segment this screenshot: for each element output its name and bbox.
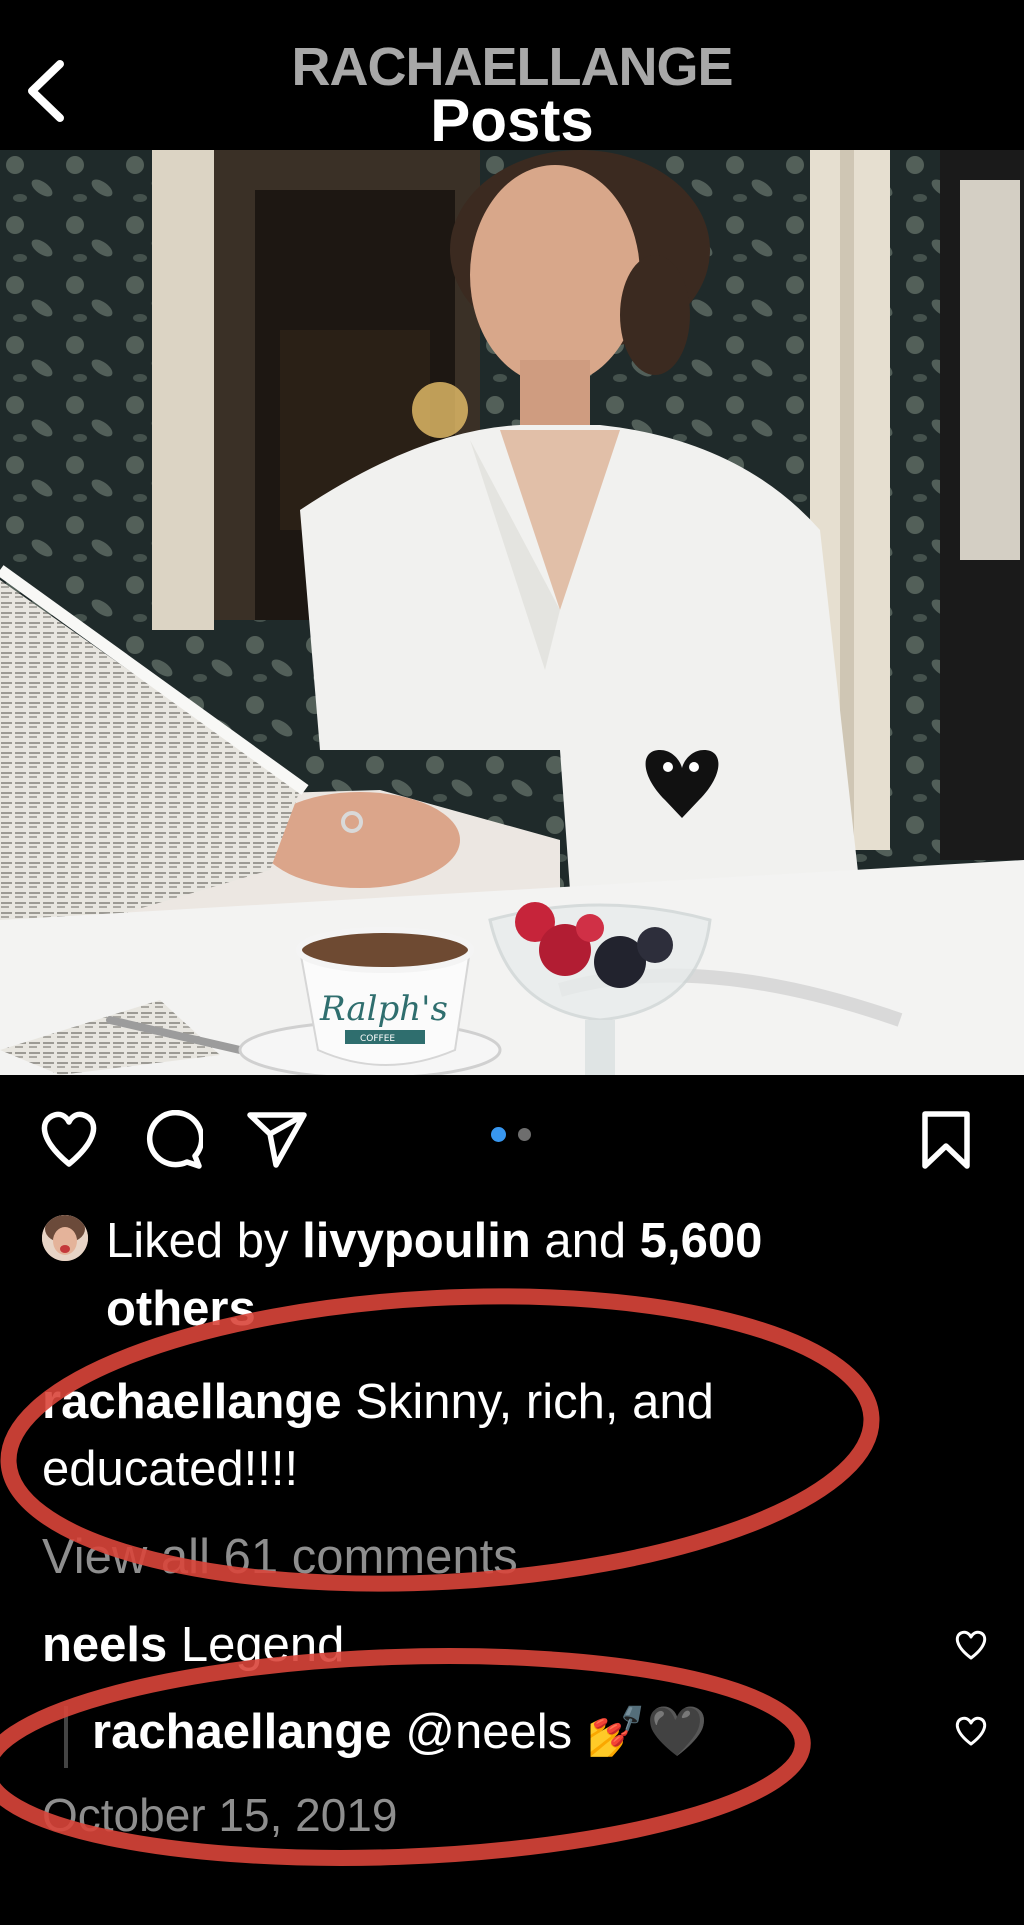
- comment-bubble-icon[interactable]: [143, 1109, 205, 1170]
- comment: neels Legend: [42, 1612, 344, 1678]
- caption-text: Skinny, rich, and: [341, 1375, 714, 1429]
- caption: rachaellange Skinny, rich, and: [42, 1369, 714, 1435]
- likes-count[interactable]: 5,600: [640, 1214, 763, 1268]
- cup-logo-text: Ralph's: [319, 989, 448, 1029]
- liker-avatar[interactable]: [42, 1215, 88, 1261]
- liker-username[interactable]: livypoulin: [302, 1214, 531, 1268]
- carousel-dot: [518, 1128, 531, 1141]
- likes-middle: and: [530, 1214, 640, 1268]
- page-title: Posts: [430, 87, 594, 154]
- comment-like-heart-icon[interactable]: [953, 1629, 989, 1661]
- reply-username[interactable]: rachaellange: [92, 1705, 392, 1759]
- reply-like-heart-icon[interactable]: [953, 1715, 989, 1747]
- comment-username[interactable]: neels: [42, 1618, 167, 1672]
- likes-prefix: Liked by: [106, 1214, 303, 1268]
- cup-sub-text: COFFEE: [360, 1034, 395, 1044]
- reply-thread-line: [64, 1706, 68, 1768]
- top-bar: RACHAELLANGE Posts: [0, 0, 1024, 154]
- caption-username[interactable]: rachaellange: [42, 1375, 342, 1429]
- bookmark-icon[interactable]: [920, 1110, 972, 1170]
- post-photo[interactable]: Ralph's COFFEE: [0, 150, 1024, 1075]
- likes-summary[interactable]: Liked by livypoulin and 5,600: [106, 1208, 762, 1274]
- caption-text-continued: educated!!!!: [42, 1442, 299, 1496]
- view-all-comments-link[interactable]: View all 61 comments: [42, 1524, 518, 1590]
- post-date: October 15, 2019: [42, 1789, 398, 1841]
- likes-others[interactable]: others: [106, 1276, 256, 1342]
- like-heart-icon[interactable]: [38, 1110, 100, 1168]
- reply-text: @neels 💅🖤: [391, 1705, 708, 1759]
- share-send-icon[interactable]: [246, 1110, 308, 1168]
- comment-text: Legend: [167, 1618, 345, 1672]
- reply-comment: rachaellange @neels 💅🖤: [92, 1699, 708, 1765]
- carousel-dot-active: [491, 1127, 506, 1142]
